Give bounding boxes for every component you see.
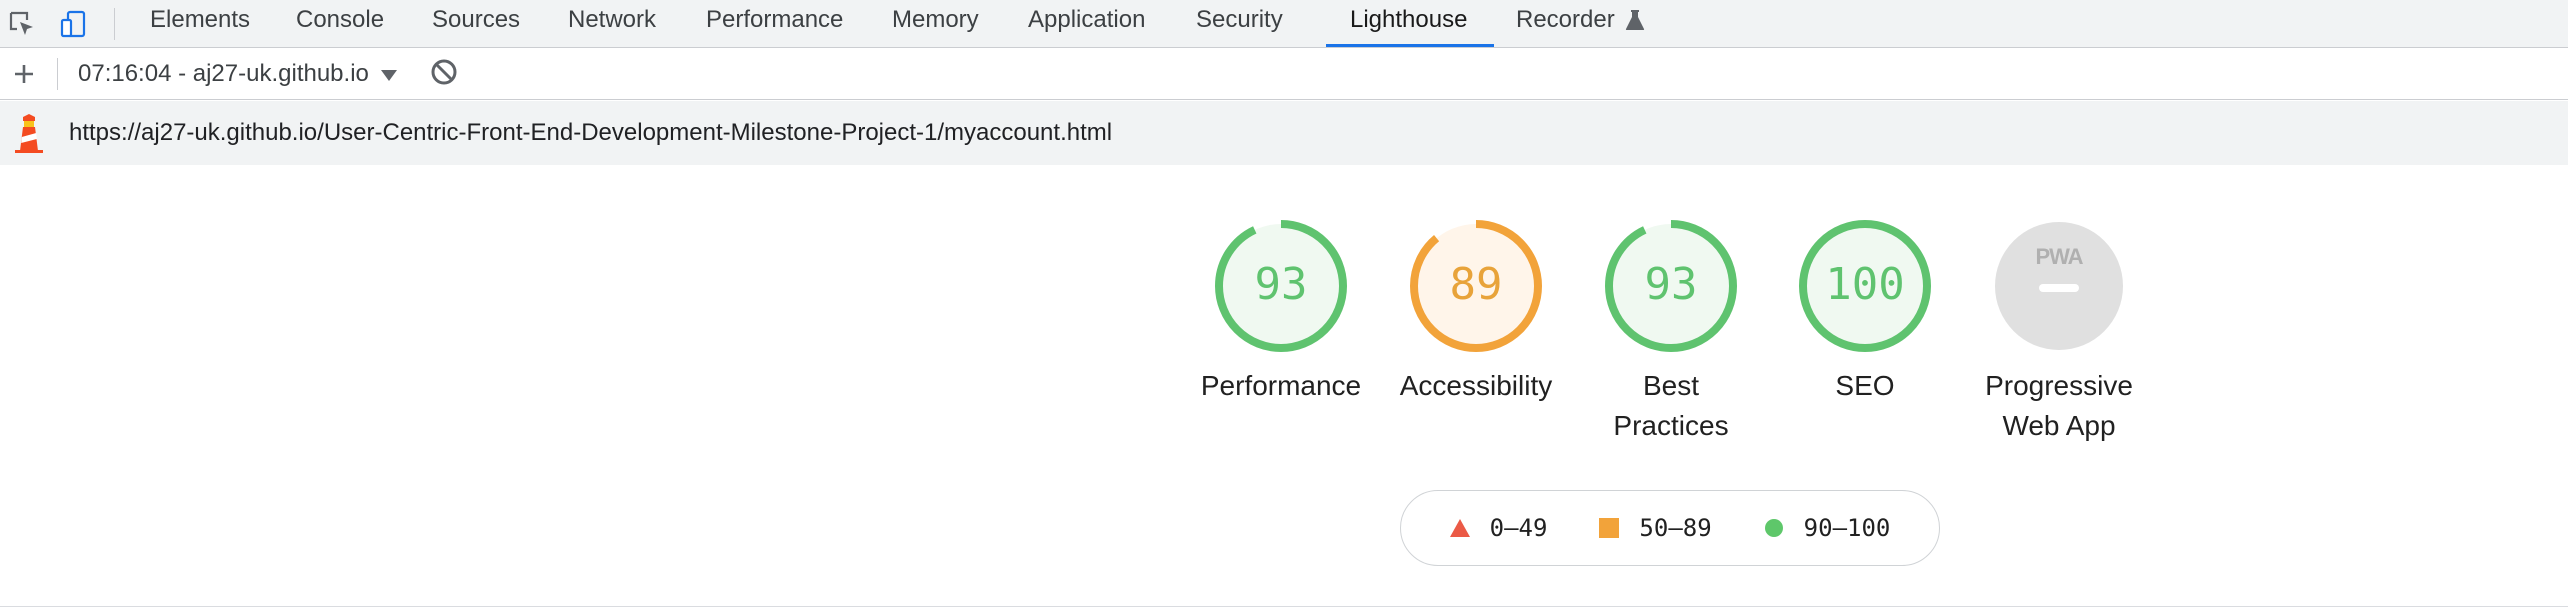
tab-console[interactable]: Console [296,0,384,48]
gauge-accessibility-label: Accessibility [1399,370,1553,401]
tab-application[interactable]: Application [1028,0,1145,48]
tab-security[interactable]: Security [1196,0,1283,48]
tab-lighthouse[interactable]: Lighthouse [1350,0,1467,48]
gauge-performance-ring: 93 [1215,220,1347,352]
legend-item-fail: 0–49 [1449,514,1548,542]
new-report-button[interactable] [6,56,42,92]
legend-pass-range: 90–100 [1803,514,1891,542]
lighthouse-logo-icon [15,114,43,153]
gauge-seo-label: SEO [1835,370,1895,401]
gauge-accessibility-ring: 89 [1410,220,1542,352]
pwa-dash-icon [2039,284,2079,292]
lighthouse-toolbar: 07:16:04 - aj27-uk.github.io [0,48,2568,100]
tab-network[interactable]: Network [568,0,656,48]
tab-recorder[interactable]: Recorder [1516,0,1645,48]
gauge-performance[interactable]: 93 Performance [1181,218,1381,406]
active-tab-indicator [1326,44,1494,47]
device-toolbar-icon[interactable] [56,6,92,42]
toolbar-divider [57,58,58,90]
gauge-accessibility-score: 89 [1450,259,1503,310]
tab-performance[interactable]: Performance [706,0,843,48]
experiment-flask-icon [1625,10,1645,30]
gauge-seo[interactable]: 100 SEO [1765,218,1965,406]
tab-bar-divider [114,8,115,40]
gauge-seo-score: 100 [1825,259,1904,310]
devtools-tab-bar: Elements Console Sources Network Perform… [0,0,2568,48]
gauge-pwa-ring: PWA [1995,222,2123,350]
tab-recorder-label: Recorder [1516,6,1615,33]
gauge-best-practices[interactable]: 93 Best Practices [1571,218,1771,446]
square-average-icon [1599,518,1620,538]
report-selector[interactable]: 07:16:04 - aj27-uk.github.io [78,56,397,92]
gauge-performance-score: 93 [1255,259,1308,310]
gauge-best-practices-label: Best Practices [1613,370,1729,441]
tab-elements[interactable]: Elements [150,0,250,48]
gauge-performance-label: Performance [1200,370,1362,401]
inspect-element-icon[interactable] [4,6,40,42]
dropdown-caret-icon [380,69,397,81]
legend-average-range: 50–89 [1639,514,1712,542]
gauge-accessibility[interactable]: 89 Accessibility [1376,218,1576,406]
report-selector-label: 07:16:04 - aj27-uk.github.io [78,60,369,87]
legend-fail-range: 0–49 [1489,514,1548,542]
gauge-pwa-label: Progressive Web App [1985,370,2133,441]
clear-reports-icon[interactable] [428,56,460,88]
plus-icon [15,65,33,83]
legend-item-average: 50–89 [1599,514,1712,542]
report-bottom-divider [0,606,2568,607]
score-scale-legend: 0–49 50–89 90–100 [1400,490,1940,566]
gauge-best-practices-score: 93 [1645,259,1698,310]
gauge-seo-ring: 100 [1799,220,1931,352]
report-url[interactable]: https://aj27-uk.github.io/User-Centric-F… [69,101,1112,165]
report-url-bar: https://aj27-uk.github.io/User-Centric-F… [0,101,2568,165]
circle-pass-icon [1764,519,1783,537]
tab-sources[interactable]: Sources [432,0,520,48]
gauge-pwa[interactable]: PWA Progressive Web App [1959,218,2159,446]
gauge-best-practices-ring: 93 [1605,220,1737,352]
pwa-badge-icon: PWA [2035,244,2083,269]
triangle-fail-icon [1449,519,1470,537]
tab-memory[interactable]: Memory [892,0,979,48]
legend-item-pass: 90–100 [1764,514,1891,542]
